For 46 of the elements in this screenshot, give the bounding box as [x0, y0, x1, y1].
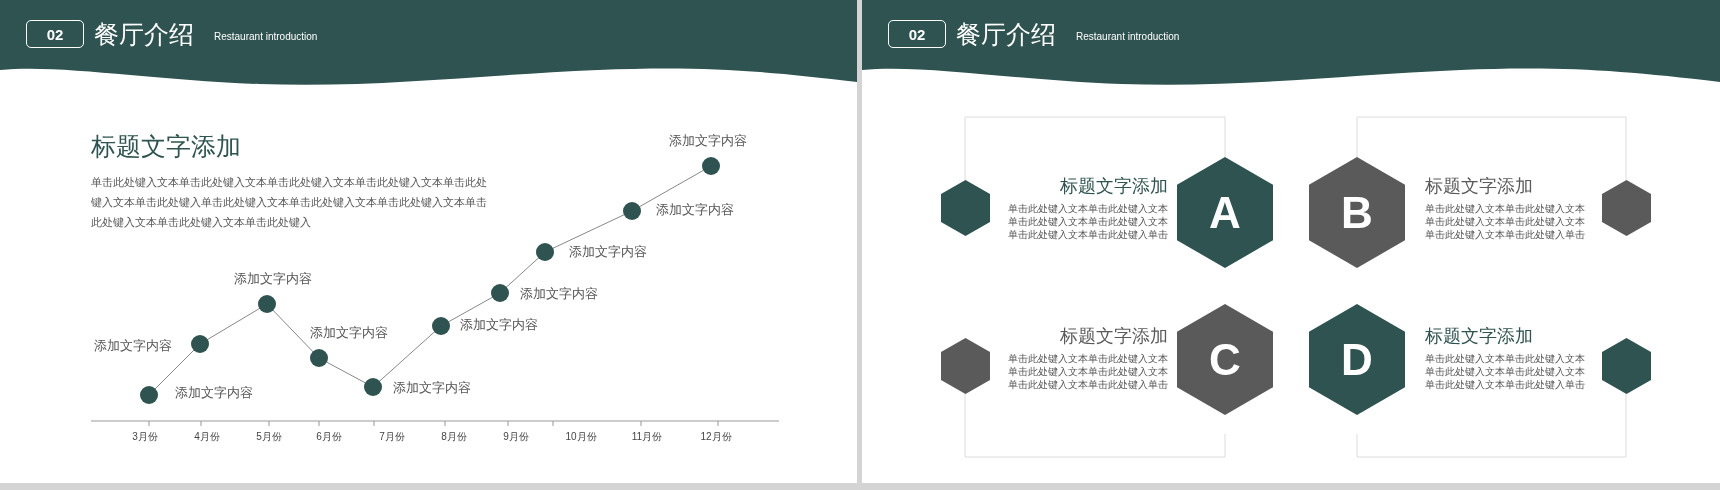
section-number: 02	[26, 20, 84, 48]
section-number: 02	[888, 20, 946, 48]
data-point	[623, 202, 641, 220]
month-label: 12月份	[700, 431, 732, 442]
month-label: 5月份	[256, 431, 282, 442]
data-point	[702, 157, 720, 175]
point-label: 添加文字内容	[393, 380, 471, 395]
item-title: 标题文字添加	[1060, 175, 1168, 198]
point-label: 添加文字内容	[656, 202, 734, 217]
month-label: 10月份	[565, 431, 597, 442]
slide-title: 餐厅介绍	[94, 18, 194, 50]
data-point	[140, 386, 158, 404]
item-description: 单击此处键入文本单击此处键入文本单击此处键入文本单击此处键入文本单击此处键入文本单击此处键入单击	[1008, 202, 1168, 241]
month-label: 11月份	[631, 431, 663, 442]
data-point	[310, 349, 328, 367]
data-point	[258, 295, 276, 313]
month-label: 8月份	[441, 431, 467, 442]
month-label: 9月份	[503, 431, 529, 442]
month-label: 4月份	[194, 431, 220, 442]
point-label: 添加文字内容	[460, 317, 538, 332]
item-description: 单击此处键入文本单击此处键入文本单击此处键入文本单击此处键入文本单击此处键入文本单击此处键入单击	[1008, 352, 1168, 391]
item-description: 单击此处键入文本单击此处键入文本单击此处键入文本单击此处键入文本单击此处键入文本单击此处键入单击	[1425, 352, 1585, 391]
point-label: 添加文字内容	[569, 244, 647, 259]
content-heading: 标题文字添加	[91, 131, 241, 162]
item-description: 单击此处键入文本单击此处键入文本单击此处键入文本单击此处键入文本单击此处键入文本单击此处键入单击	[1425, 202, 1585, 241]
data-point	[536, 243, 554, 261]
data-point	[364, 378, 382, 396]
month-label: 3月份	[132, 431, 158, 442]
slide-title: 餐厅介绍	[956, 18, 1056, 50]
slide-subtitle: Restaurant introduction	[1076, 30, 1180, 42]
item-title: 标题文字添加	[1060, 325, 1168, 348]
month-label: 6月份	[316, 431, 342, 442]
point-label: 添加文字内容	[669, 133, 747, 148]
data-point	[491, 284, 509, 302]
data-point	[191, 335, 209, 353]
item-title: 标题文字添加	[1425, 175, 1533, 198]
point-label: 添加文字内容	[310, 325, 388, 340]
slide-subtitle: Restaurant introduction	[214, 30, 318, 42]
point-label: 添加文字内容	[94, 338, 172, 353]
point-label: 添加文字内容	[175, 385, 253, 400]
month-label: 7月份	[379, 431, 405, 442]
item-title: 标题文字添加	[1425, 325, 1533, 348]
point-label: 添加文字内容	[520, 286, 598, 301]
point-label: 添加文字内容	[234, 271, 312, 286]
data-point	[432, 317, 450, 335]
body-paragraph: 单击此处键入文本单击此处键入文本单击此处键入文本单击此处键入文本单击此处键入文本单击此处键入单击此处键入文本单击此处键入文本单击此处键入文本单击此处键入文本单击此处键入文本单击此处键入	[91, 175, 487, 230]
